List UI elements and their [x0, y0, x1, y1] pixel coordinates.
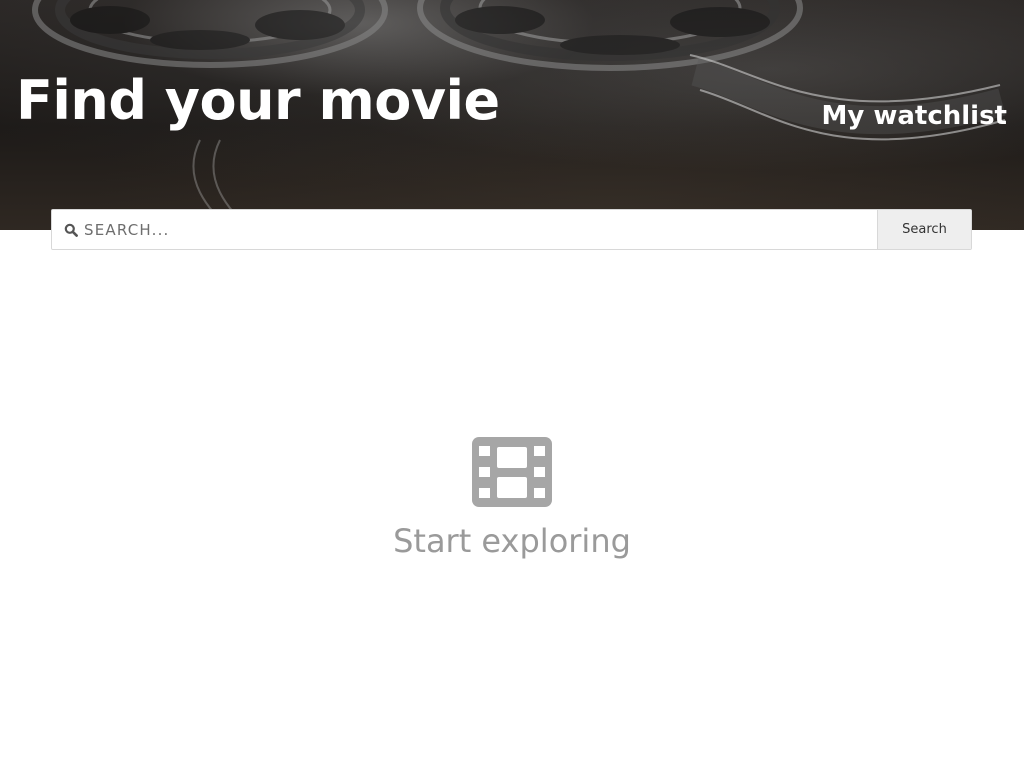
- hero-header: Find your movie My watchlist: [0, 0, 1024, 230]
- search-bar: Search: [51, 209, 972, 250]
- empty-state-message: Start exploring: [393, 522, 631, 560]
- search-input[interactable]: [84, 210, 877, 249]
- empty-state: Start exploring: [0, 437, 1024, 561]
- search-button[interactable]: Search: [877, 210, 971, 249]
- search-icon: [64, 223, 78, 237]
- my-watchlist-link[interactable]: My watchlist: [821, 98, 1007, 134]
- search-field: [52, 210, 877, 249]
- page-title: Find your movie: [16, 69, 500, 132]
- film-icon: [472, 437, 552, 507]
- page: Find your movie My watchlist Search: [0, 0, 1024, 768]
